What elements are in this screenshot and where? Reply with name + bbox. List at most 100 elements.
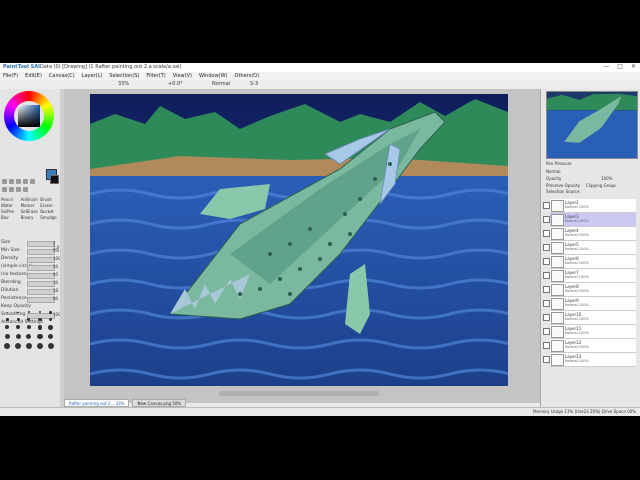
pen-pressure-label[interactable]: Pen Pressure	[546, 161, 572, 166]
brush-preset[interactable]	[4, 343, 11, 349]
visibility-icon[interactable]	[543, 230, 550, 237]
menu-file[interactable]: File(F)	[3, 72, 18, 80]
menu-canvas[interactable]: Canvas(C)	[49, 72, 75, 80]
layer-item[interactable]: Layer6 Normal 100%	[543, 255, 636, 269]
layer-item[interactable]: Layer5 Normal 100%	[543, 241, 636, 255]
layer-item[interactable]: Layer9 Normal 100%	[543, 297, 636, 311]
mode-pencil[interactable]: Pencil	[1, 197, 19, 202]
visibility-icon[interactable]	[543, 314, 550, 321]
color-square[interactable]	[18, 105, 40, 127]
layer-mode-select[interactable]: Normal	[546, 169, 560, 174]
brush-preset[interactable]	[47, 333, 54, 339]
preserve-opacity-checkbox[interactable]: Preserve Opacity	[546, 183, 580, 188]
transform-tool-icon[interactable]	[23, 187, 28, 192]
horizontal-scrollbar[interactable]	[219, 391, 379, 396]
visibility-icon[interactable]	[543, 258, 550, 265]
stabilizer-select[interactable]: S-3	[250, 81, 258, 87]
brush-preset[interactable]	[48, 325, 53, 330]
brush-preset[interactable]	[15, 343, 22, 349]
brush-preset[interactable]	[38, 311, 41, 314]
select-tool-icon[interactable]	[2, 187, 7, 192]
brush-preset[interactable]	[26, 325, 31, 330]
mode-bucket[interactable]: Bucket	[40, 209, 58, 214]
menu-edit[interactable]: Edit(E)	[25, 72, 42, 80]
brush-preset[interactable]	[37, 325, 43, 330]
zoom-tool-icon[interactable]	[9, 179, 14, 184]
menu-filter[interactable]: Filter(T)	[146, 72, 165, 80]
layer-item[interactable]: Layer11 Normal 100%	[543, 325, 636, 339]
zoom-field[interactable]: 33%	[118, 81, 129, 87]
prop-persistence[interactable]: Persistence 80	[1, 295, 59, 303]
mode-marker[interactable]: Marker	[21, 203, 39, 208]
tab-new-canvas[interactable]: New Canvas.png 50%	[132, 399, 187, 407]
hand-tool-icon[interactable]	[23, 179, 28, 184]
rotate-tool-icon[interactable]	[16, 179, 21, 184]
visibility-icon[interactable]	[543, 216, 550, 223]
minimize-button[interactable]: —	[603, 63, 609, 70]
visibility-icon[interactable]	[543, 202, 550, 209]
menu-layer[interactable]: Layer(L)	[82, 72, 103, 80]
magic-wand-tool-icon[interactable]	[16, 187, 21, 192]
navigator-preview[interactable]	[546, 91, 638, 159]
layer-item[interactable]: Layer12 Normal 100%	[543, 339, 636, 353]
brush-preset[interactable]	[6, 318, 9, 321]
mode-water[interactable]: Water	[1, 203, 19, 208]
mode-selerase[interactable]: SelErase	[21, 209, 39, 214]
mode-selpen[interactable]: SelPen	[1, 209, 19, 214]
brush-preset[interactable]	[4, 333, 10, 339]
color-wheel[interactable]	[4, 91, 54, 141]
prop-dilution[interactable]: Dilution 58	[1, 287, 59, 295]
brush-preset[interactable]	[16, 317, 20, 321]
brush-preset[interactable]	[16, 325, 21, 330]
secondary-color-swatch[interactable]	[50, 175, 59, 184]
move-tool-icon[interactable]	[2, 179, 7, 184]
menu-view[interactable]: View(V)	[173, 72, 192, 80]
brush-preset[interactable]	[6, 311, 8, 313]
brush-preset[interactable]	[27, 317, 31, 321]
menu-others[interactable]: Others(O)	[235, 72, 260, 80]
visibility-icon[interactable]	[543, 356, 550, 363]
brush-preset[interactable]	[49, 311, 52, 314]
rotation-field[interactable]: +0.0°	[168, 81, 183, 87]
layer-item[interactable]: Layer7 Normal 100%	[543, 269, 636, 283]
mode-eraser[interactable]: Eraser	[40, 203, 58, 208]
brush-preset[interactable]	[27, 311, 30, 314]
prop-size[interactable]: Size x 1.0	[1, 239, 59, 250]
brush-preset[interactable]	[5, 325, 10, 330]
visibility-icon[interactable]	[543, 244, 550, 251]
visibility-icon[interactable]	[543, 272, 550, 279]
brush-preset[interactable]	[26, 333, 32, 339]
layer-item[interactable]: Layer2 Normal 100%	[543, 199, 636, 213]
prop-texture[interactable]: (no texture) 95	[1, 271, 59, 279]
layer-item[interactable]: Layer8 Normal 100%	[543, 283, 636, 297]
prop-shape[interactable]: (simple circle) 50	[1, 263, 59, 271]
prop-keep-opacity[interactable]: Keep Opacity	[1, 303, 59, 311]
mode-smudge[interactable]: Smudge	[40, 215, 58, 220]
tab-rafter-painting[interactable]: Rafter painting out 2... 33%	[64, 399, 130, 407]
close-button[interactable]: ✕	[631, 63, 636, 70]
eyedropper-tool-icon[interactable]	[30, 179, 35, 184]
blend-mode-select[interactable]: Normal	[212, 81, 230, 87]
brush-preset[interactable]	[36, 343, 43, 349]
drawing-canvas[interactable]	[90, 94, 508, 386]
visibility-icon[interactable]	[543, 342, 550, 349]
layer-item[interactable]: Layer10 Normal 100%	[543, 311, 636, 325]
visibility-icon[interactable]	[543, 328, 550, 335]
layer-item-selected[interactable]: Layer3 Normal 100%	[543, 213, 636, 227]
brush-preset[interactable]	[15, 333, 21, 339]
selection-source-checkbox[interactable]: Selection Source	[546, 189, 579, 194]
brush-preset[interactable]	[37, 333, 43, 339]
brush-preset[interactable]	[47, 343, 54, 349]
mode-airbrush[interactable]: AirBrush	[21, 197, 39, 202]
opacity-value[interactable]: 100%	[601, 176, 612, 181]
prop-blending[interactable]: Blending 30	[1, 279, 59, 287]
layer-item[interactable]: Layer13 Normal 100%	[543, 353, 636, 367]
visibility-icon[interactable]	[543, 300, 550, 307]
brush-preset[interactable]	[48, 317, 53, 321]
mode-binary[interactable]: Binary	[21, 215, 39, 220]
clipping-group-checkbox[interactable]: Clipping Group	[586, 183, 616, 188]
prop-density[interactable]: Density 100	[1, 255, 61, 263]
menu-window[interactable]: Window(W)	[199, 72, 228, 80]
layer-item[interactable]: Layer4 Normal 100%	[543, 227, 636, 241]
visibility-icon[interactable]	[543, 286, 550, 293]
